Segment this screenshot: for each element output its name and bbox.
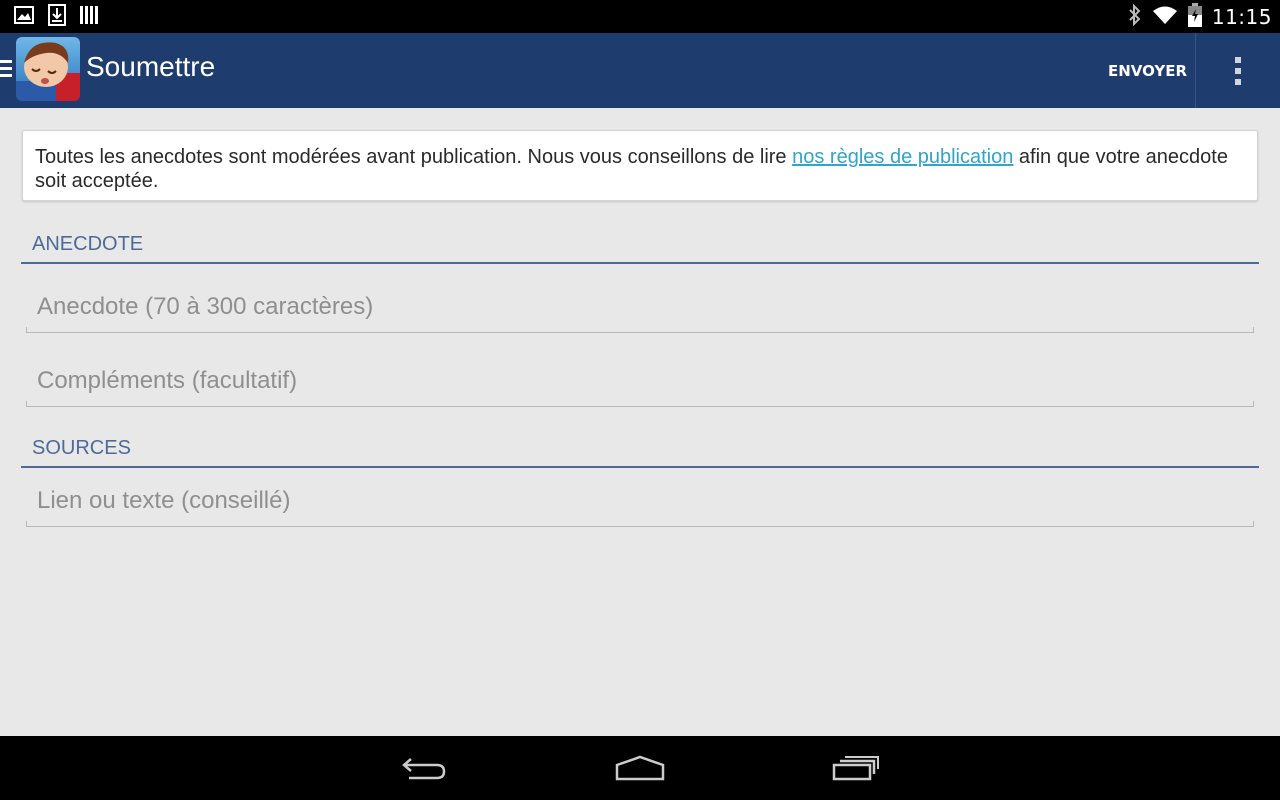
navigation-bar xyxy=(0,736,1280,800)
back-icon xyxy=(402,758,446,780)
gallery-icon xyxy=(14,5,34,29)
anecdote-field[interactable] xyxy=(26,285,1254,333)
back-button[interactable] xyxy=(394,748,454,788)
home-button[interactable] xyxy=(610,748,670,788)
source-field[interactable] xyxy=(26,479,1254,527)
drawer-menu-icon[interactable] xyxy=(0,60,12,78)
battery-icon xyxy=(1187,2,1202,32)
status-time: 11:15 xyxy=(1211,5,1272,29)
publication-rules-link[interactable]: nos règles de publication xyxy=(792,146,1013,168)
anecdote-field-underline xyxy=(26,327,1254,333)
complements-field[interactable] xyxy=(26,359,1254,407)
recent-apps-button[interactable] xyxy=(826,748,886,788)
status-bar: 11:15 xyxy=(0,0,1280,33)
more-vertical-icon xyxy=(1235,56,1241,85)
page-title: Soumettre xyxy=(86,51,216,82)
moderation-notice: Toutes les anecdotes sont modérées avant… xyxy=(22,130,1258,201)
notice-text-before: Toutes les anecdotes sont modérées avant… xyxy=(35,146,793,168)
app-logo[interactable] xyxy=(16,37,80,101)
bluetooth-icon xyxy=(1128,3,1142,31)
section-title-anecdote: ANECDOTE xyxy=(32,233,144,255)
source-input[interactable] xyxy=(26,479,1254,523)
recent-apps-icon xyxy=(832,756,879,781)
wifi-icon xyxy=(1152,5,1178,30)
overflow-menu-button[interactable] xyxy=(1216,33,1260,108)
system-icons: 11:15 xyxy=(1128,2,1272,32)
anecdote-input[interactable] xyxy=(26,285,1254,329)
home-icon xyxy=(615,755,665,781)
notification-icons xyxy=(14,3,98,31)
section-title-sources: SOURCES xyxy=(32,437,131,459)
send-button[interactable]: ENVOYER xyxy=(1100,33,1196,108)
complements-field-underline xyxy=(26,401,1254,407)
source-field-underline xyxy=(26,521,1254,527)
download-icon xyxy=(48,3,66,31)
section-header-anecdote: ANECDOTE xyxy=(21,228,1259,264)
screen: 11:15 Soumettre ENVOYER Toutes les anecd… xyxy=(0,0,1280,800)
section-header-sources: SOURCES xyxy=(21,432,1259,468)
complements-input[interactable] xyxy=(26,359,1254,403)
action-bar: Soumettre ENVOYER xyxy=(0,33,1280,108)
barcode-icon xyxy=(80,5,98,30)
